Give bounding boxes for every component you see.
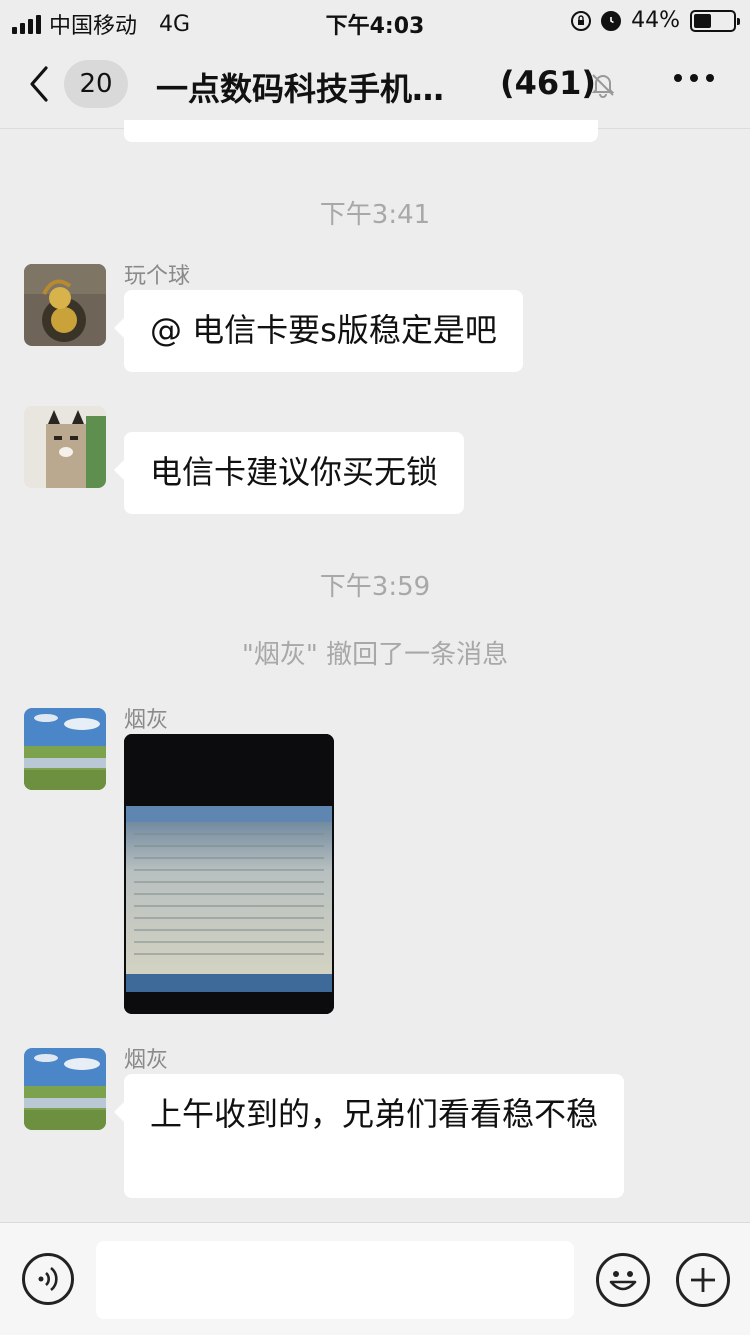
message-bubble[interactable]: @ 电信卡要s版稳定是吧 bbox=[114, 290, 523, 372]
message-bubble-partial[interactable] bbox=[124, 120, 598, 142]
emoji-icon[interactable] bbox=[596, 1253, 650, 1307]
recall-notice: "烟灰" 撤回了一条消息 bbox=[241, 640, 509, 670]
avatar[interactable] bbox=[24, 264, 106, 346]
orientation-lock-icon bbox=[571, 10, 592, 31]
avatar[interactable] bbox=[24, 708, 106, 790]
sender-name: 烟灰 bbox=[124, 1048, 169, 1073]
battery-icon bbox=[690, 9, 740, 32]
sender-name: 玩个球 bbox=[124, 264, 191, 289]
voice-icon[interactable] bbox=[22, 1253, 74, 1305]
image-message[interactable] bbox=[124, 734, 334, 1014]
message-text: @ 电信卡要s版稳定是吧 bbox=[150, 311, 497, 349]
avatar[interactable] bbox=[24, 1048, 106, 1130]
status-bar: 中国移动 4G 下午4:03 44% bbox=[0, 0, 750, 42]
message-text: 电信卡建议你买无锁 bbox=[150, 453, 439, 491]
sender-name: 烟灰 bbox=[124, 708, 169, 733]
avatar[interactable] bbox=[24, 406, 106, 488]
alarm-icon bbox=[601, 10, 622, 31]
chat-input-bar bbox=[0, 1222, 750, 1335]
battery-percent: 44% bbox=[631, 8, 680, 33]
chevron-left-icon[interactable] bbox=[28, 64, 50, 111]
message-timestamp: 下午3:41 bbox=[319, 200, 431, 230]
message-input[interactable] bbox=[96, 1241, 574, 1319]
unread-count-badge[interactable]: 20 bbox=[64, 60, 128, 108]
ellipsis-icon[interactable] bbox=[674, 74, 714, 82]
message-text: 上午收到的，兄弟们看看稳不稳 bbox=[150, 1095, 599, 1133]
chat-header: 20 一点数码科技手机… (461) bbox=[0, 42, 750, 129]
message-bubble[interactable]: 电信卡建议你买无锁 bbox=[113, 432, 465, 514]
plus-icon[interactable] bbox=[676, 1253, 730, 1307]
status-bar-right: 44% bbox=[571, 8, 740, 33]
bell-slash-icon bbox=[590, 72, 616, 98]
message-timestamp: 下午3:59 bbox=[319, 572, 431, 602]
member-count: (461) bbox=[500, 64, 597, 102]
message-bubble[interactable]: 上午收到的，兄弟们看看稳不稳 bbox=[114, 1074, 624, 1198]
chat-title: 一点数码科技手机… bbox=[156, 70, 445, 108]
